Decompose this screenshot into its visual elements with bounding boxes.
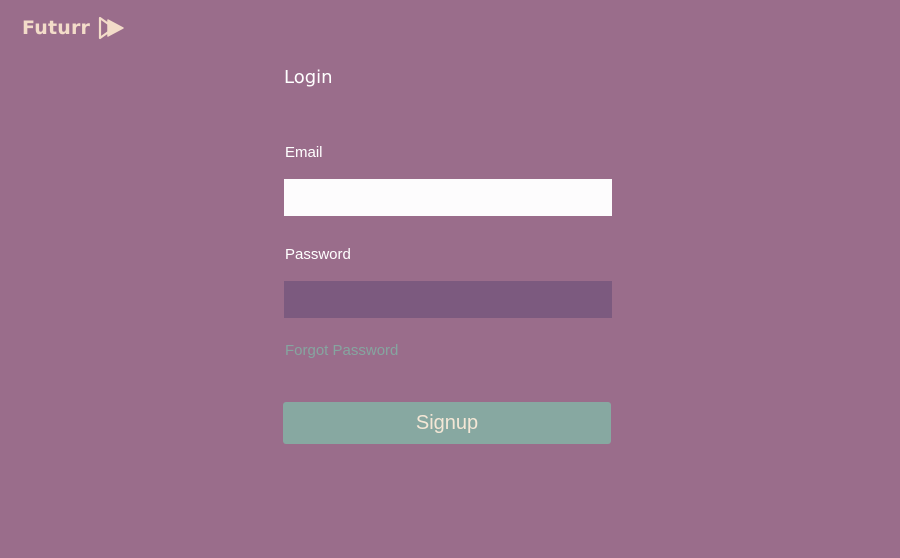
signup-button[interactable]: Signup [283,402,611,444]
brand-logo[interactable]: Futurr [22,16,126,40]
password-field[interactable] [284,281,612,318]
email-label: Email [285,144,323,161]
double-play-icon [98,16,126,40]
forgot-password-link[interactable]: Forgot Password [285,342,398,360]
brand-name: Futurr [22,17,91,39]
password-label: Password [285,246,351,263]
email-field[interactable] [284,179,612,216]
form-title: Login [284,67,333,88]
